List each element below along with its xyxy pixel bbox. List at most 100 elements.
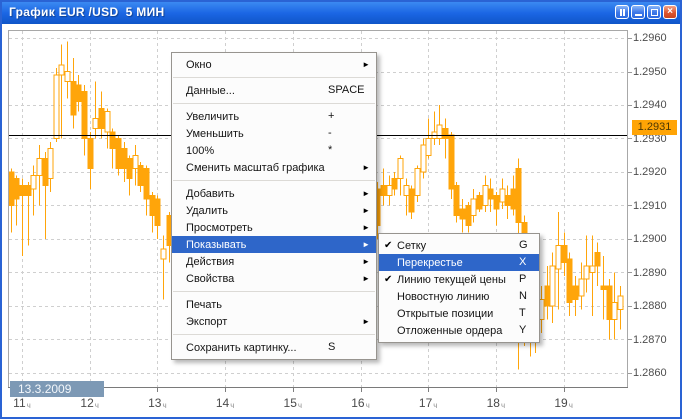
context-menu-item[interactable]: Окно►: [172, 56, 376, 73]
submenu-item[interactable]: Отложенные ордераY: [379, 322, 539, 339]
context-menu-separator: [173, 180, 375, 181]
submenu-arrow-icon: ►: [362, 219, 370, 236]
context-menu-item-label: Добавить: [186, 188, 370, 200]
submenu-arrow-icon: ►: [362, 185, 370, 202]
time-axis-label: 13ч: [137, 396, 177, 410]
shortcut-key: S: [328, 339, 335, 356]
context-menu-item[interactable]: 100%*: [172, 142, 376, 159]
context-menu-item-label: Показывать: [186, 239, 370, 251]
submenu-arrow-icon: ►: [362, 202, 370, 219]
submenu-arrow-icon: ►: [362, 270, 370, 287]
price-axis-tick: [628, 239, 632, 240]
pause-icon: [620, 9, 625, 16]
context-menu-item-label: Просмотреть: [186, 222, 370, 234]
context-menu-item-label: 100%: [186, 145, 370, 157]
submenu-item[interactable]: ✔СеткуG: [379, 237, 539, 254]
price-axis-tick: [628, 105, 632, 106]
show-submenu: ✔СеткуGПерекрестьеX✔Линию текущей ценыPН…: [378, 233, 540, 343]
title-bar[interactable]: График EUR /USD 5 МИН ×: [0, 0, 682, 24]
submenu-item-label: Линию текущей цены: [397, 274, 529, 286]
context-menu-separator: [173, 334, 375, 335]
checkmark-icon: ✔: [384, 237, 397, 254]
time-axis-tick: [157, 388, 158, 392]
context-menu-item[interactable]: Увеличить+: [172, 108, 376, 125]
shortcut-key: X: [519, 254, 526, 271]
context-menu-item-label: Сохранить картинку...: [186, 342, 370, 354]
submenu-item[interactable]: ПерекрестьеX: [379, 254, 539, 271]
shortcut-key: *: [328, 142, 332, 159]
price-axis-tick: [628, 306, 632, 307]
pin-button[interactable]: [615, 5, 629, 19]
context-menu-item-label: Экспорт: [186, 316, 370, 328]
price-axis-label: 1.2880: [633, 300, 679, 312]
context-menu-separator: [173, 103, 375, 104]
shortcut-key: G: [519, 237, 528, 254]
submenu-item[interactable]: Открытые позицииT: [379, 305, 539, 322]
submenu-arrow-icon: ►: [362, 236, 370, 253]
submenu-arrow-icon: ►: [362, 159, 370, 176]
context-menu-item[interactable]: Действия►: [172, 253, 376, 270]
close-button[interactable]: ×: [663, 5, 677, 19]
time-axis-tick: [496, 388, 497, 392]
price-axis-tick: [628, 72, 632, 73]
time-axis-label: 19ч: [544, 396, 584, 410]
submenu-item[interactable]: ✔Линию текущей ценыP: [379, 271, 539, 288]
price-axis-label: 1.2870: [633, 334, 679, 346]
price-axis-tick: [628, 138, 632, 139]
price-axis-label: 1.2920: [633, 166, 679, 178]
context-menu-item-label: Свойства: [186, 273, 370, 285]
submenu-arrow-icon: ►: [362, 56, 370, 73]
price-axis-tick: [628, 38, 632, 39]
context-menu-item-label: Удалить: [186, 205, 370, 217]
context-menu-item[interactable]: Экспорт►: [172, 313, 376, 330]
submenu-arrow-icon: ►: [362, 313, 370, 330]
price-axis-tick: [628, 339, 632, 340]
shortcut-key: SPACE: [328, 82, 364, 99]
shortcut-key: +: [328, 108, 334, 125]
time-axis-label: 15ч: [273, 396, 313, 410]
window-controls: ×: [615, 5, 677, 19]
price-axis-label: 1.2890: [633, 267, 679, 279]
shortcut-key: P: [519, 271, 526, 288]
context-menu-item[interactable]: Уменьшить-: [172, 125, 376, 142]
chart-window: График EUR /USD 5 МИН × 1.29601.29501.29…: [0, 0, 682, 419]
context-menu-item[interactable]: Данные...SPACE: [172, 82, 376, 99]
shortcut-key: T: [519, 305, 526, 322]
time-axis-label: 12ч: [70, 396, 110, 410]
price-axis-tick: [628, 172, 632, 173]
current-price-label: 1.2931: [632, 120, 677, 135]
time-axis-label: 16ч: [341, 396, 381, 410]
checkmark-icon: ✔: [384, 271, 397, 288]
context-menu-item-label: Сменить масштаб графика: [186, 162, 370, 174]
context-menu-item[interactable]: Печать: [172, 296, 376, 313]
context-menu-item[interactable]: Добавить►: [172, 185, 376, 202]
submenu-item-label: Новостную линию: [397, 291, 529, 303]
maximize-icon: [651, 9, 658, 16]
context-menu-item[interactable]: Просмотреть►: [172, 219, 376, 236]
price-axis-label: 1.2940: [633, 99, 679, 111]
context-menu-item[interactable]: Свойства►: [172, 270, 376, 287]
context-menu-separator: [173, 77, 375, 78]
context-menu-separator: [173, 291, 375, 292]
context-menu-item[interactable]: Сохранить картинку...S: [172, 339, 376, 356]
price-axis-label: 1.2910: [633, 200, 679, 212]
context-menu-item-label: Увеличить: [186, 111, 370, 123]
time-axis-tick: [225, 388, 226, 392]
context-menu-item[interactable]: Показывать►: [172, 236, 376, 253]
submenu-item[interactable]: Новостную линиюN: [379, 288, 539, 305]
context-menu-item[interactable]: Удалить►: [172, 202, 376, 219]
submenu-item-label: Сетку: [397, 240, 529, 252]
time-axis-label: 17ч: [408, 396, 448, 410]
submenu-item-label: Открытые позиции: [397, 308, 529, 320]
close-icon: ×: [667, 7, 673, 17]
price-axis-label: 1.2900: [633, 233, 679, 245]
context-menu-item[interactable]: Сменить масштаб графика►: [172, 159, 376, 176]
price-axis-tick: [628, 205, 632, 206]
maximize-button[interactable]: [647, 5, 661, 19]
price-axis-label: 1.2950: [633, 66, 679, 78]
shortcut-key: -: [328, 125, 332, 142]
time-axis-tick: [428, 388, 429, 392]
minimize-button[interactable]: [631, 5, 645, 19]
price-axis-label: 1.2860: [633, 367, 679, 379]
time-axis-label: 11ч: [2, 396, 42, 410]
